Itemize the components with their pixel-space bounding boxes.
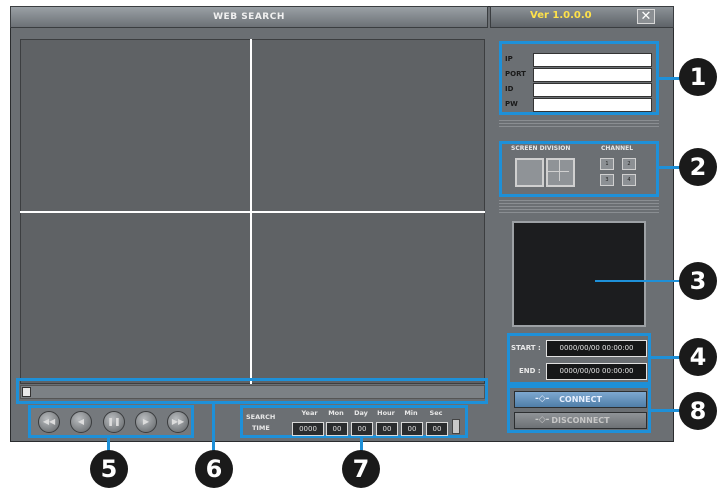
- search-sec-input[interactable]: 00: [426, 422, 448, 436]
- connect-label: CONNECT: [559, 395, 602, 404]
- leader-line-2: [659, 166, 681, 169]
- window-title: WEB SEARCH: [213, 12, 285, 22]
- ip-label: IP: [505, 55, 513, 63]
- close-button[interactable]: ✕: [637, 9, 655, 24]
- unplug-icon: -◇-: [535, 415, 550, 425]
- callout-7: 7: [342, 450, 380, 488]
- video-cell-2[interactable]: [252, 40, 484, 211]
- quad-screen-button[interactable]: [546, 158, 575, 187]
- single-screen-button[interactable]: [515, 158, 544, 187]
- panel-separator: [499, 120, 659, 128]
- video-cell-3[interactable]: [21, 213, 250, 383]
- leader-line-3: [595, 280, 683, 282]
- highlight-playback: [28, 405, 194, 438]
- callout-8: 8: [679, 392, 717, 430]
- search-time-label-2: TIME: [252, 424, 270, 432]
- start-label: START :: [511, 344, 541, 352]
- channel-label: CHANNEL: [601, 145, 634, 152]
- video-cell-4[interactable]: [252, 213, 484, 383]
- channel-3-button[interactable]: 3: [600, 174, 614, 186]
- search-year-label: Year: [301, 409, 318, 417]
- callout-5: 5: [90, 450, 128, 488]
- leader-line-6: [212, 404, 215, 452]
- search-mon-label: Mon: [328, 409, 344, 417]
- pw-label: PW: [505, 100, 518, 108]
- channel-4-button[interactable]: 4: [622, 174, 636, 186]
- search-hour-input[interactable]: 00: [376, 422, 398, 436]
- end-label: END :: [519, 367, 541, 375]
- search-min-label: Min: [404, 409, 418, 417]
- port-label: PORT: [505, 70, 526, 78]
- channel-1-button[interactable]: 1: [600, 158, 614, 170]
- preview-window: [512, 221, 646, 327]
- video-cell-1[interactable]: [21, 40, 250, 211]
- grid-divider-horizontal: [20, 211, 485, 213]
- search-min-input[interactable]: 00: [401, 422, 423, 436]
- highlight-timeline: [16, 378, 488, 404]
- disconnect-label: DISCONNECT: [551, 416, 610, 425]
- disconnect-button[interactable]: -◇- DISCONNECT: [514, 412, 647, 429]
- callout-4: 4: [679, 338, 717, 376]
- ip-field[interactable]: [533, 53, 652, 67]
- search-day-input[interactable]: 00: [351, 422, 373, 436]
- screen-division-label: SCREEN DIVISION: [511, 145, 571, 152]
- callout-2: 2: [679, 148, 717, 186]
- callout-6: 6: [195, 450, 233, 488]
- connect-button[interactable]: -◇- CONNECT: [514, 391, 647, 408]
- title-bar: WEB SEARCH: [10, 6, 488, 28]
- callout-3: 3: [679, 262, 717, 300]
- pw-field[interactable]: [533, 98, 652, 112]
- plug-icon: -◇-: [535, 394, 550, 404]
- id-field[interactable]: [533, 83, 652, 97]
- version-label: Ver 1.0.0.0: [530, 10, 592, 21]
- leader-line-4: [651, 356, 681, 359]
- id-label: ID: [505, 85, 514, 93]
- search-year-input[interactable]: 0000: [292, 422, 324, 436]
- port-field[interactable]: [533, 68, 652, 82]
- panel-separator: [499, 200, 659, 214]
- channel-2-button[interactable]: 2: [622, 158, 636, 170]
- search-sec-label: Sec: [429, 409, 443, 417]
- leader-line-1: [659, 77, 681, 80]
- callout-1: 1: [679, 58, 717, 96]
- search-mon-input[interactable]: 00: [326, 422, 348, 436]
- leader-line-8: [651, 409, 681, 412]
- search-time-label-1: SEARCH: [246, 413, 276, 421]
- start-time-field[interactable]: 0000/00/00 00:00:00: [546, 340, 647, 357]
- search-spinner[interactable]: [452, 419, 460, 434]
- end-time-field[interactable]: 0000/00/00 00:00:00: [546, 363, 647, 380]
- search-day-label: Day: [354, 409, 368, 417]
- search-hour-label: Hour: [377, 409, 395, 417]
